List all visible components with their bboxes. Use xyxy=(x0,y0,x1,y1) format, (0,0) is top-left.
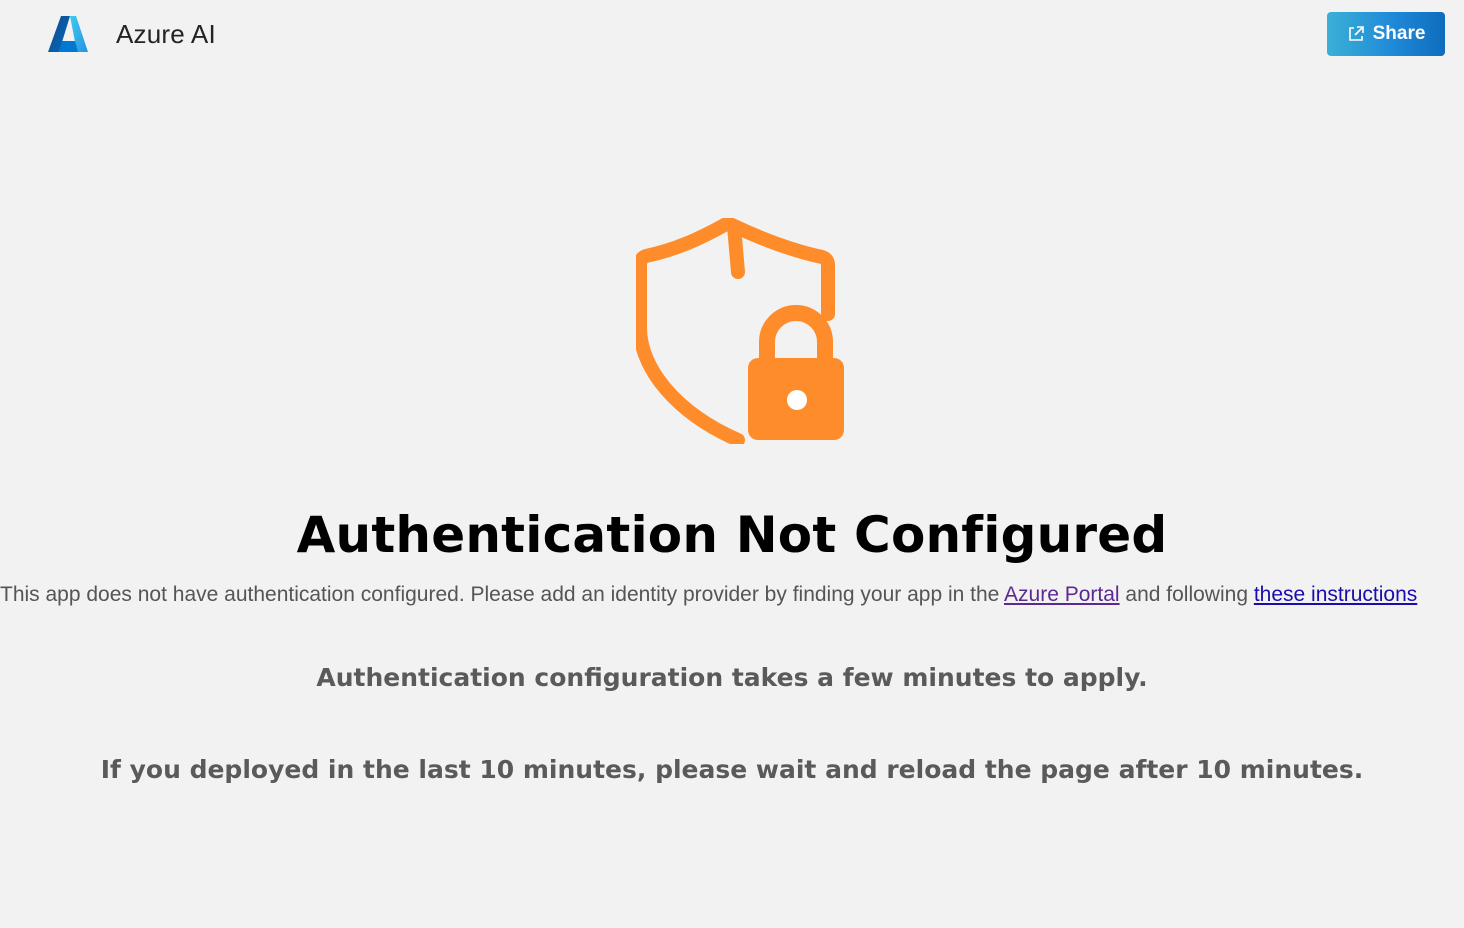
azure-portal-link[interactable]: Azure Portal xyxy=(1004,583,1120,606)
auth-description: This app does not have authentication co… xyxy=(0,583,1464,607)
description-text-before: This app does not have authentication co… xyxy=(0,583,1005,606)
description-text-middle: and following xyxy=(1119,583,1254,606)
apply-time-note: Authentication configuration takes a few… xyxy=(316,663,1148,692)
page-title: Authentication Not Configured xyxy=(296,506,1168,564)
azure-logo-icon xyxy=(48,16,88,52)
share-button[interactable]: Share xyxy=(1327,12,1445,56)
page: Azure AI Share Authentication Not Config… xyxy=(0,0,1464,928)
share-icon xyxy=(1348,26,1364,41)
top-bar: Azure AI Share xyxy=(0,0,1464,72)
app-title: Azure AI xyxy=(116,18,216,49)
instructions-link[interactable]: these instructions xyxy=(1254,583,1417,606)
reload-note: If you deployed in the last 10 minutes, … xyxy=(100,755,1364,784)
shield-lock-icon xyxy=(636,218,844,444)
share-button-label: Share xyxy=(1372,23,1426,44)
brand: Azure AI xyxy=(48,14,216,54)
